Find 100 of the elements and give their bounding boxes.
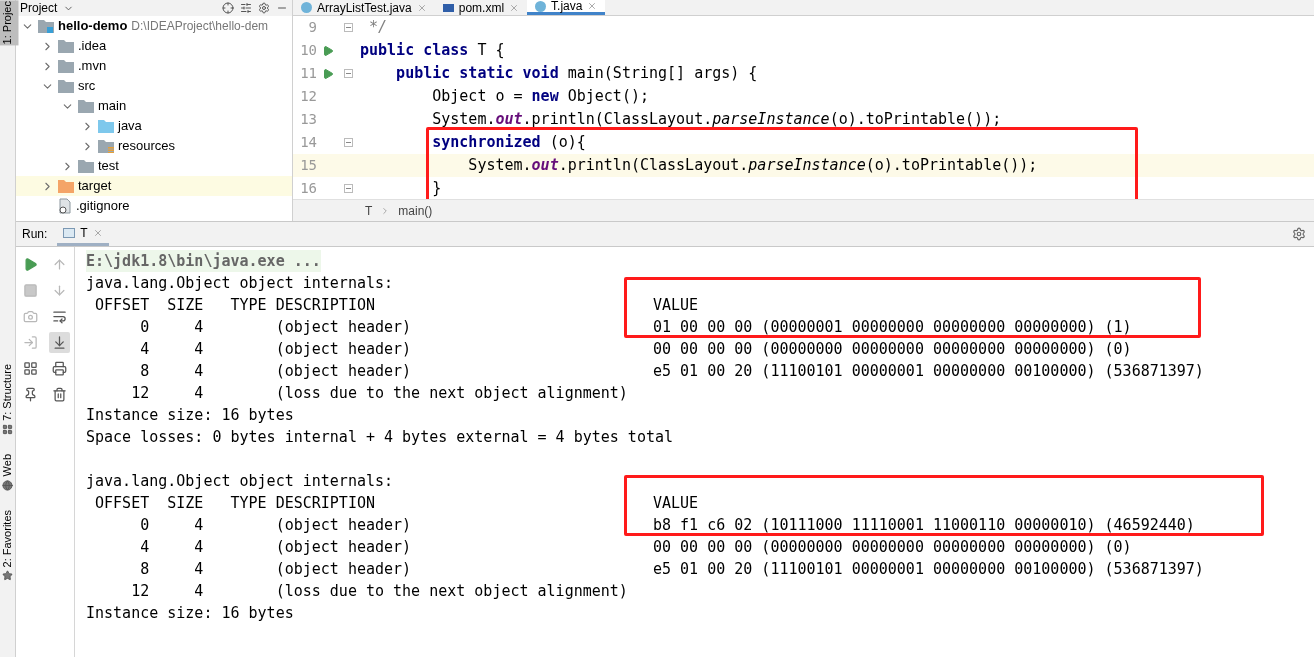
line-number: 16 <box>299 179 317 198</box>
console-icon <box>63 227 76 238</box>
tree-item[interactable]: resources <box>16 136 292 156</box>
console-text: java.lang.Object object internals: <box>86 470 394 492</box>
folder-icon <box>58 39 74 53</box>
code-text: public class T { <box>360 40 505 62</box>
folder-icon <box>98 119 114 133</box>
tree-label: .idea <box>78 37 107 56</box>
code-text: System.out.println(ClassLayout.parseInstance(o).toPrintable()); <box>431 109 1002 131</box>
line-number: 11 <box>299 64 317 83</box>
tool-window-tab[interactable]: 7: Structure <box>0 363 19 423</box>
close-icon[interactable] <box>92 227 103 238</box>
console-value: 00 00 00 00 (00000000 00000000 00000000 00000000) (0) <box>653 536 1132 558</box>
class-icon <box>301 2 312 13</box>
tree-item[interactable]: test <box>16 156 292 176</box>
structure-icon <box>2 424 13 436</box>
tree-item[interactable]: .mvn <box>16 56 292 76</box>
console-text: Instance size: 16 bytes <box>86 404 294 426</box>
tab-label: pom.xml <box>458 0 505 15</box>
editor-tab[interactable]: pom.xml <box>434 0 528 15</box>
breadcrumb[interactable]: T <box>365 201 373 220</box>
console-text: 4 4 (object header) <box>139 536 413 558</box>
tree-item[interactable]: main <box>16 96 292 116</box>
line-number: 14 <box>299 133 317 152</box>
folder-icon <box>58 79 74 93</box>
tool-window-tab[interactable]: 2: Favorites <box>0 508 19 569</box>
code-text: synchronized (o){ <box>431 132 586 154</box>
locate-icon[interactable] <box>222 2 234 14</box>
globe-icon <box>2 479 13 491</box>
tree-label: .gitignore <box>76 197 130 216</box>
tree-label: target <box>78 177 112 196</box>
fold-icon[interactable] <box>343 138 353 147</box>
tool-window-tab[interactable]: 1: Projec <box>0 0 19 46</box>
line-number: 13 <box>299 110 317 129</box>
close-icon[interactable] <box>509 2 520 13</box>
folder-icon <box>58 59 74 73</box>
settings-icon[interactable] <box>258 2 270 14</box>
tree-label: test <box>98 157 119 176</box>
console-text: 0 4 (object header) <box>139 316 413 338</box>
scroll-to-end-icon[interactable] <box>49 331 70 353</box>
tree-item[interactable]: hello-demo D:\IDEAProject\hello-dem <box>16 16 292 36</box>
console-value: e5 01 00 20 (11100101 00000001 00000000 00100000) (536871397) <box>653 360 1204 382</box>
console-text: 0 4 (object header) <box>139 514 413 536</box>
console-value: b8 f1 c6 02 (10111000 11110001 11000110 00000010) (46592440) <box>653 514 1195 536</box>
settings-icon[interactable] <box>1292 227 1306 241</box>
line-number: 15 <box>299 156 317 175</box>
panel-title[interactable]: Project <box>20 1 58 15</box>
editor-tab[interactable]: ArrayListTest.java <box>293 0 435 15</box>
code-text: public static void main(String[] args) { <box>395 63 758 85</box>
run-icon[interactable] <box>322 44 334 57</box>
tree-path: D:\IDEAProject\hello-dem <box>131 18 269 35</box>
console-text: java.lang.Object object internals: <box>86 272 394 294</box>
tool-window-tab[interactable]: Web <box>0 453 19 478</box>
console-text: 12 4 (loss due to the next object alignment) <box>130 580 628 602</box>
tab-label: T.java <box>551 0 583 13</box>
folder-icon <box>58 179 74 193</box>
editor-tab[interactable]: T.java <box>527 0 606 15</box>
class-icon <box>535 0 547 12</box>
console-text: 8 4 (object header) <box>139 360 413 382</box>
console-text: OFFSET SIZE TYPE DESCRIPTION <box>94 492 376 514</box>
tree-label: resources <box>118 137 176 156</box>
tree-item[interactable]: .gitignore <box>16 196 292 216</box>
file-icon <box>58 198 72 214</box>
breadcrumb[interactable]: main() <box>398 201 433 220</box>
folder-icon <box>38 19 54 33</box>
console-value: VALUE <box>653 492 699 514</box>
fold-icon[interactable] <box>343 69 353 78</box>
console-value: 01 00 00 00 (00000001 00000000 00000000 00000000) (1) <box>653 316 1132 338</box>
tree-label: .mvn <box>78 57 107 76</box>
folder-icon <box>78 159 94 173</box>
code-text: Object o = new Object(); <box>431 86 649 108</box>
close-icon[interactable] <box>587 1 598 11</box>
tree-label: main <box>98 97 127 116</box>
fold-icon[interactable] <box>343 23 353 32</box>
star-icon <box>2 570 13 582</box>
folder-icon <box>78 99 94 113</box>
tree-label: java <box>118 117 142 136</box>
run-label: Run: <box>22 226 48 243</box>
run-icon[interactable] <box>322 67 334 80</box>
console-text: 4 4 (object header) <box>139 338 413 360</box>
code-text: System.out.println(ClassLayout.parseInstance(o).toPrintable()); <box>467 155 1038 177</box>
tree-label: src <box>78 77 96 96</box>
run-tab[interactable]: T <box>57 222 109 246</box>
tree-label: hello-demo <box>58 17 128 36</box>
console-text: OFFSET SIZE TYPE DESCRIPTION <box>94 294 376 316</box>
line-number: 9 <box>307 18 317 37</box>
console-value: VALUE <box>653 294 699 316</box>
console-text: Instance size: 16 bytes <box>86 602 294 624</box>
tree-item[interactable]: src <box>16 76 292 96</box>
tree-item[interactable]: java <box>16 116 292 136</box>
tab-label: ArrayListTest.java <box>317 0 412 15</box>
console-value: 00 00 00 00 (00000000 00000000 00000000 00000000) (0) <box>653 338 1132 360</box>
tree-item[interactable]: .idea <box>16 36 292 56</box>
close-icon[interactable] <box>416 2 427 13</box>
line-number: 10 <box>299 41 317 60</box>
code-text: */ <box>368 17 388 39</box>
console-value: e5 01 00 20 (11100101 00000001 00000000 00100000) (536871397) <box>653 558 1204 580</box>
tree-item[interactable]: target <box>16 176 292 196</box>
line-number: 12 <box>299 87 317 106</box>
fold-icon[interactable] <box>343 184 353 193</box>
